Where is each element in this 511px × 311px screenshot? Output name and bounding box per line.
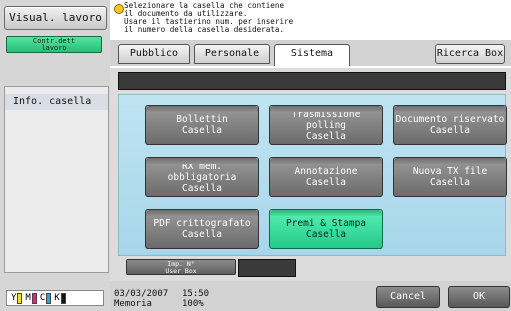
box-rx-mem-obbligatoria[interactable]: RX mem. obbligatoria Casella (145, 157, 259, 197)
box-line2: Casella (181, 182, 223, 194)
box-line1: Nuova TX file (412, 166, 488, 177)
tabs-row: Pubblico Personale Sistema Ricerca Box (110, 40, 511, 67)
box-line1: PDF crittografato (153, 218, 251, 229)
box-line2: Casella (305, 229, 347, 240)
boxes-area: Bollettin Casella Trasmissione polling C… (118, 94, 507, 256)
tab-pubblico[interactable]: Pubblico (118, 44, 190, 64)
toner-k: K (54, 292, 66, 304)
toner-y: Y (11, 292, 23, 304)
cancel-button[interactable]: Cancel (376, 286, 440, 308)
contr-line2: lavoro (41, 44, 67, 52)
toner-m: M (25, 292, 37, 304)
box-line2: Casella (181, 229, 223, 240)
box-line1: Bollettin (176, 114, 228, 125)
box-bollettin[interactable]: Bollettin Casella (145, 105, 259, 145)
memory-label: Memoria (114, 299, 152, 309)
box-line2: Casella (305, 177, 347, 188)
message-line-4: il numero della casella desiderata. (124, 25, 285, 34)
toner-levels: Y M C K (6, 290, 104, 306)
left-info-panel: Info. casella (4, 86, 109, 273)
toner-k-label: K (54, 293, 60, 303)
visual-lavoro-button[interactable]: Visual. lavoro (4, 6, 107, 30)
toner-c: C (39, 292, 52, 304)
box-tab (394, 158, 506, 164)
toner-y-label: Y (11, 293, 17, 303)
user-box-number-field[interactable] (238, 259, 296, 277)
box-line1: Documento riservato (395, 114, 505, 125)
box-pdf-crittografato[interactable]: PDF crittografato Casella (145, 209, 259, 249)
toner-c-bar (46, 292, 52, 304)
box-tab (270, 210, 382, 216)
contr-dett-lavoro-button[interactable]: Contr.dett lavoro (6, 36, 102, 53)
box-annotazione[interactable]: Annotazione Casella (269, 157, 383, 197)
left-column: Visual. lavoro Contr.dett lavoro Info. c… (0, 0, 110, 311)
imp-line2: User Box (165, 266, 197, 275)
main-panel: Bollettin Casella Trasmissione polling C… (110, 66, 511, 283)
memory-value: 100% (182, 299, 204, 309)
info-casella-label[interactable]: Info. casella (5, 94, 108, 110)
info-bulb-icon (114, 4, 124, 14)
box-tab (394, 106, 506, 112)
tab-personale[interactable]: Personale (194, 44, 270, 64)
toner-c-label: C (39, 293, 46, 303)
box-nuova-tx-file[interactable]: Nuova TX file Casella (393, 157, 507, 197)
message-area: Selezionare la casella che contiene il d… (110, 0, 511, 40)
box-line2: Casella (429, 125, 471, 136)
box-tab (270, 158, 382, 164)
toner-y-bar (17, 292, 23, 304)
box-premi-stampa[interactable]: Premi & Stampa Casella (269, 209, 383, 249)
box-line1: Premi & Stampa (285, 218, 367, 229)
box-line2: Casella (429, 177, 471, 188)
toner-m-label: M (25, 293, 31, 303)
box-number-field (118, 72, 506, 90)
box-documento-riservato[interactable]: Documento riservato Casella (393, 105, 507, 145)
ricerca-box-button[interactable]: Ricerca Box (435, 44, 505, 64)
box-tab (146, 106, 258, 112)
box-line1: Annotazione (294, 166, 358, 177)
tab-sistema[interactable]: Sistema (274, 44, 350, 67)
box-tab (146, 158, 258, 164)
box-tab (270, 106, 382, 112)
status-bar: 03/03/2007 Memoria 15:50 100% Cancel OK (110, 281, 511, 311)
box-line2: Casella (181, 125, 223, 136)
toner-k-bar (60, 292, 66, 304)
imp-user-box-button[interactable]: Imp. N° User Box (126, 259, 236, 275)
date-text: 03/03/2007 (114, 289, 169, 299)
ok-button[interactable]: OK (448, 286, 510, 308)
box-trasmissione-polling[interactable]: Trasmissione polling Casella (269, 105, 383, 145)
box-line2: Casella (305, 130, 347, 142)
box-tab (146, 210, 258, 216)
toner-m-bar (31, 292, 37, 304)
time-text: 15:50 (182, 289, 210, 299)
screen: Visual. lavoro Contr.dett lavoro Info. c… (0, 0, 511, 311)
